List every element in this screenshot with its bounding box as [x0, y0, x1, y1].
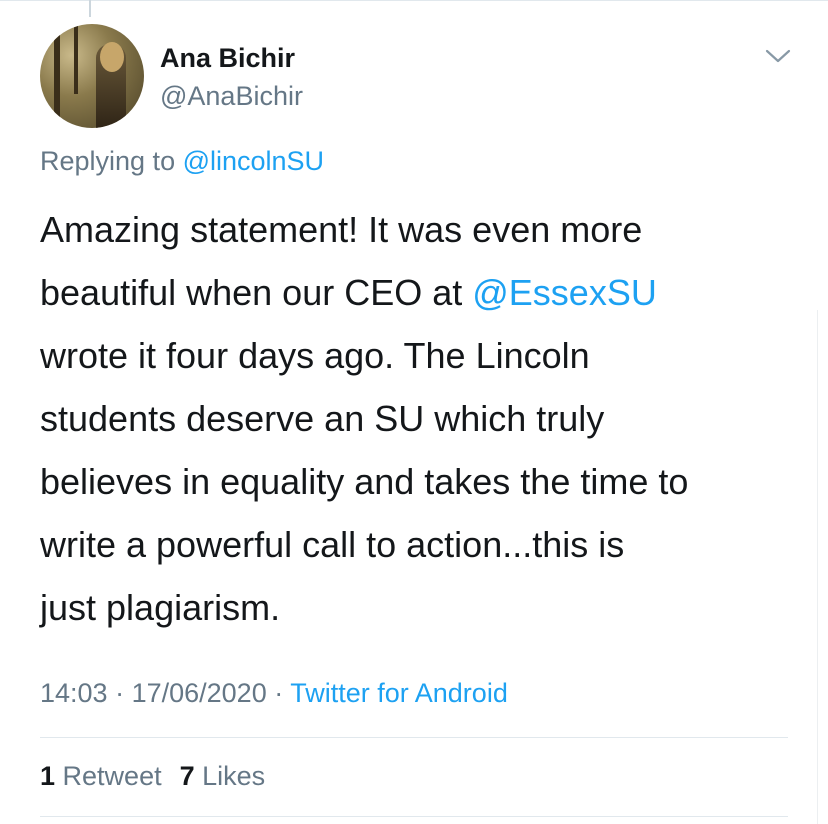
likes-stat[interactable]: 7 Likes — [180, 761, 266, 791]
stats-divider-bottom — [40, 816, 788, 817]
stats-divider-top — [40, 737, 788, 738]
likes-count: 7 — [179, 761, 195, 791]
replying-to: Replying to @lincolnSU — [40, 145, 324, 177]
tweet-stats: 1 Retweet 7 Likes — [40, 760, 283, 792]
tweet-text-line: wrote it four days ago. The Lincoln — [40, 335, 590, 376]
meta-separator: · — [107, 678, 132, 708]
tweet-text-line: beautiful when our CEO at @EssexSU — [40, 261, 800, 324]
avatar[interactable] — [40, 24, 144, 128]
author-handle[interactable]: @AnaBichir — [160, 80, 303, 112]
avatar-tree — [74, 24, 78, 94]
likes-label: Likes — [194, 761, 266, 791]
scrollbar-track — [817, 310, 818, 824]
tweet: Ana Bichir @AnaBichir Replying to @linco… — [0, 0, 828, 824]
tweet-metadata: 14:03 · 17/06/2020 · Twitter for Android — [40, 677, 508, 709]
meta-separator: · — [266, 678, 291, 708]
tweet-text-line: Amazing statement! It was even more — [40, 209, 643, 250]
tweet-text-line: students deserve an SU which truly — [40, 398, 605, 439]
replying-to-mention[interactable]: @lincolnSU — [183, 146, 324, 176]
retweets-stat[interactable]: 1 Retweet — [40, 761, 162, 791]
top-divider — [0, 0, 828, 1]
tweet-text-segment: beautiful when our CEO at — [40, 272, 473, 313]
retweets-label: Retweet — [55, 761, 162, 791]
author-name[interactable]: Ana Bichir — [160, 42, 295, 74]
tweet-text-line: write a powerful call to action...this i… — [40, 524, 625, 565]
avatar-tree — [54, 24, 60, 128]
tweet-text-line: believes in equality and takes the time … — [40, 461, 689, 502]
retweets-count: 1 — [40, 761, 56, 791]
mention-link[interactable]: @EssexSU — [472, 272, 657, 313]
tweet-time[interactable]: 14:03 — [40, 678, 108, 708]
tweet-source-link[interactable]: Twitter for Android — [290, 678, 508, 708]
tweet-text: Amazing statement! It was even more beau… — [40, 198, 800, 639]
tweet-date[interactable]: 17/06/2020 — [132, 678, 267, 708]
thread-connector-line — [89, 0, 91, 17]
tweet-text-line: just plagiarism. — [40, 587, 281, 628]
chevron-down-icon[interactable] — [764, 46, 792, 66]
replying-to-label: Replying to — [40, 146, 183, 176]
avatar-head — [100, 42, 124, 72]
